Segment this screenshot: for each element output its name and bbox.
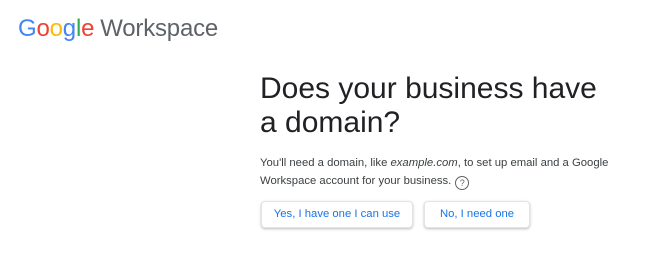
logo-letter-g2: g [62, 15, 76, 42]
logo-letter-o2: o [49, 15, 63, 42]
logo-letter-o1: o [36, 15, 50, 42]
description-text-start: You'll need a domain, like [260, 157, 391, 169]
help-circle-icon[interactable]: ? [455, 176, 470, 190]
page-title: Does your business have a domain? [260, 72, 597, 139]
logo-product-name: Workspace [100, 15, 219, 42]
domain-description: You'll need a domain, like example.com, … [260, 154, 612, 190]
no-need-domain-button[interactable]: No, I need one [424, 201, 530, 228]
google-workspace-logo: Google Workspace [18, 14, 218, 44]
yes-have-domain-button[interactable]: Yes, I have one I can use [261, 201, 413, 228]
example-domain: example.com [390, 157, 458, 169]
logo-letter-g1: G [18, 15, 37, 42]
logo-letter-e: e [81, 15, 95, 42]
